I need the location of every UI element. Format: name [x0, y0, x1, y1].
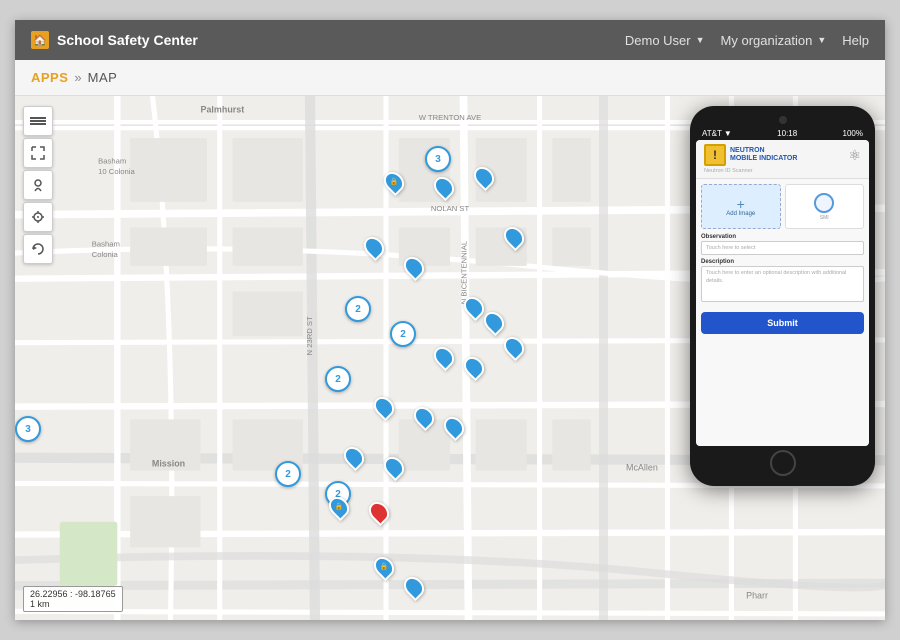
app-container: 🏠 School Safety Center Demo User ▼ My or…: [15, 20, 885, 620]
svg-text:NOLAN ST: NOLAN ST: [431, 204, 470, 213]
image-row: + Add Image SMI: [701, 184, 864, 229]
phone-app-title: NEUTRON MOBILE INDICATOR: [730, 147, 797, 164]
main-content: W TRENTON AVE NOLAN ST Mission McAllen P…: [15, 96, 885, 620]
svg-text:10 Colonia: 10 Colonia: [98, 167, 135, 176]
map-marker-12[interactable]: [375, 396, 393, 418]
phone-overlay: AT&T ▼ 10:18 100% ! NEUTRON MOBI: [690, 106, 875, 486]
map-marker-4[interactable]: [505, 226, 523, 248]
layers-button[interactable]: [23, 106, 53, 136]
target-button[interactable]: [23, 202, 53, 232]
cluster-marker-2a[interactable]: 2: [345, 296, 371, 322]
phone-app-content: + Add Image SMI Observation Tou: [696, 179, 869, 446]
map-marker-14[interactable]: [445, 416, 463, 438]
svg-text:McAllen: McAllen: [626, 463, 658, 473]
svg-text:W TRENTON AVE: W TRENTON AVE: [419, 113, 482, 122]
svg-text:Basham: Basham: [98, 157, 126, 166]
map-marker-7[interactable]: [465, 296, 483, 318]
svg-text:Palmhurst: Palmhurst: [201, 104, 245, 114]
warning-icon: !: [704, 144, 726, 166]
phone-screen: ! NEUTRON MOBILE INDICATOR ⚛ Neutron ID …: [696, 140, 869, 446]
demo-user-link[interactable]: Demo User ▼: [625, 33, 705, 48]
cluster-marker-3[interactable]: 3: [425, 146, 451, 172]
phone-camera-top: [779, 116, 787, 124]
my-org-dropdown-arrow: ▼: [817, 35, 826, 45]
phone-app-header-row: ! NEUTRON MOBILE INDICATOR ⚛: [704, 144, 861, 166]
svg-text:N BICENTENNIAL: N BICENTENNIAL: [460, 241, 469, 304]
map-marker-5[interactable]: [365, 236, 383, 258]
cluster-marker-2c[interactable]: 2: [325, 366, 351, 392]
svg-text:N 23RD ST: N 23RD ST: [305, 316, 314, 355]
map-marker-3[interactable]: [475, 166, 493, 188]
phone-subtitle: Neutron ID Scanner: [704, 168, 861, 174]
map-marker-9[interactable]: [435, 346, 453, 368]
map-marker-13[interactable]: [415, 406, 433, 428]
map-scale-bar: 26.22956 : -98.18765 1 km: [23, 586, 123, 612]
map-marker-17[interactable]: 🔒: [330, 496, 348, 518]
map-marker-15[interactable]: [345, 446, 363, 468]
cluster-marker-3b[interactable]: 3: [15, 416, 41, 442]
map-marker-18[interactable]: [370, 501, 388, 523]
description-row: Description Touch here to enter an optio…: [701, 259, 864, 302]
map-marker-10[interactable]: [465, 356, 483, 378]
map-marker-19[interactable]: 🔒: [375, 556, 393, 578]
map-controls: [23, 106, 53, 264]
map-marker-16[interactable]: [385, 456, 403, 478]
phone-app-header: ! NEUTRON MOBILE INDICATOR ⚛ Neutron ID …: [696, 140, 869, 179]
breadcrumb-separator: »: [74, 70, 81, 85]
breadcrumb-bar: Apps » Map: [15, 60, 885, 96]
submit-button[interactable]: Submit: [701, 312, 864, 334]
phone-carrier: AT&T ▼: [702, 129, 732, 138]
phone-battery: 100%: [843, 129, 863, 138]
smi-area: SMI: [785, 184, 865, 229]
observation-label: Observation: [701, 234, 864, 240]
my-organization-link[interactable]: My organization ▼: [721, 33, 827, 48]
smi-circle: [814, 193, 834, 213]
observation-row: Observation Touch here to select: [701, 234, 864, 255]
map-marker-1[interactable]: 🔒: [385, 171, 403, 193]
observation-input[interactable]: Touch here to select: [701, 241, 864, 255]
breadcrumb-current: Map: [88, 70, 118, 85]
cluster-marker-2b[interactable]: 2: [390, 321, 416, 347]
description-label: Description: [701, 259, 864, 265]
breadcrumb-apps[interactable]: Apps: [31, 70, 68, 85]
description-input[interactable]: Touch here to enter an optional descript…: [701, 266, 864, 302]
nav-bar-left: 🏠 School Safety Center: [31, 31, 198, 49]
add-image-plus-icon: +: [737, 197, 745, 211]
fullscreen-button[interactable]: [23, 138, 53, 168]
map-marker-2[interactable]: [435, 176, 453, 198]
svg-text:Mission: Mission: [152, 459, 185, 469]
phone-status-bar: AT&T ▼ 10:18 100%: [696, 127, 869, 140]
svg-text:Colonia: Colonia: [92, 250, 119, 259]
map-marker-20[interactable]: [405, 576, 423, 598]
nav-bar-right: Demo User ▼ My organization ▼ Help: [625, 33, 869, 48]
demo-user-dropdown-arrow: ▼: [696, 35, 705, 45]
atom-icon: ⚛: [848, 147, 861, 164]
add-image-button[interactable]: + Add Image: [701, 184, 781, 229]
app-title: School Safety Center: [57, 32, 198, 48]
svg-text:Basham: Basham: [92, 240, 120, 249]
user-location-button[interactable]: [23, 170, 53, 200]
phone-body: AT&T ▼ 10:18 100% ! NEUTRON MOBI: [690, 106, 875, 486]
nav-bar: 🏠 School Safety Center Demo User ▼ My or…: [15, 20, 885, 60]
svg-text:Pharr: Pharr: [746, 591, 768, 601]
refresh-button[interactable]: [23, 234, 53, 264]
cluster-marker-2d[interactable]: 2: [275, 461, 301, 487]
outer-frame: 🏠 School Safety Center Demo User ▼ My or…: [0, 0, 900, 640]
phone-time: 10:18: [777, 129, 797, 138]
map-marker-11[interactable]: [505, 336, 523, 358]
map-marker-6[interactable]: [405, 256, 423, 278]
help-link[interactable]: Help: [842, 33, 869, 48]
phone-home-button[interactable]: [770, 450, 796, 476]
map-marker-8[interactable]: [485, 311, 503, 333]
house-icon: 🏠: [31, 31, 49, 49]
